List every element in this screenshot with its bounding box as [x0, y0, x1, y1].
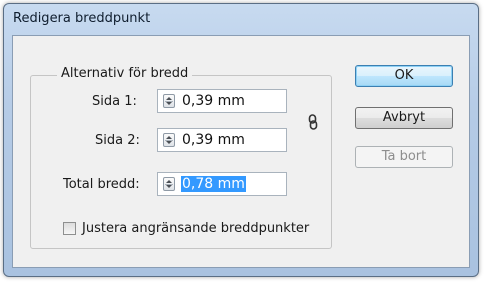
side2-field[interactable]: 0,39 mm [157, 128, 287, 152]
side2-label: Sida 2: [95, 133, 140, 148]
delete-button[interactable]: Ta bort [355, 146, 453, 168]
window-title: Redigera breddpunkt [13, 11, 151, 26]
total-width-field[interactable]: 0,78 mm [157, 172, 287, 196]
adjust-adjacent-checkbox[interactable] [63, 222, 76, 235]
side1-field[interactable]: 0,39 mm [157, 89, 287, 113]
side1-value[interactable]: 0,39 mm [182, 93, 245, 109]
total-width-label: Total bredd: [63, 177, 140, 192]
side1-label: Sida 1: [92, 94, 137, 109]
side2-value[interactable]: 0,39 mm [182, 132, 245, 148]
side1-spinner-icon[interactable] [163, 94, 175, 108]
adjust-adjacent-label[interactable]: Justera angränsande breddpunkter [82, 221, 309, 236]
cancel-button[interactable]: Avbryt [355, 107, 453, 129]
total-width-spinner-icon[interactable] [163, 177, 175, 191]
link-chain-icon[interactable] [307, 114, 319, 130]
side2-spinner-icon[interactable] [163, 133, 175, 147]
title-bar[interactable]: Redigera breddpunkt [4, 4, 478, 34]
total-width-value[interactable]: 0,78 mm [181, 176, 246, 192]
ok-button[interactable]: OK [355, 65, 453, 87]
group-legend: Alternativ för bredd [57, 66, 193, 81]
